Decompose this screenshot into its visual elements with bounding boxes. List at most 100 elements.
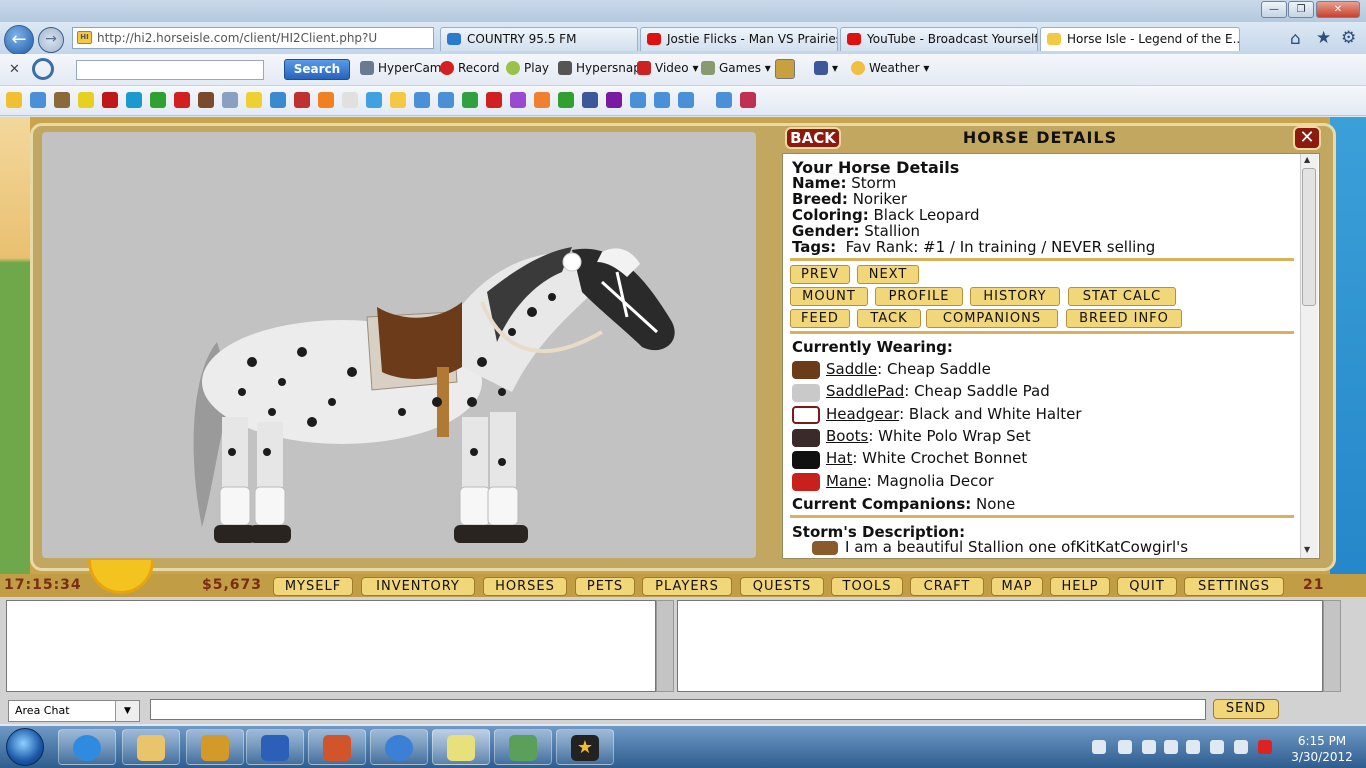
- yahoo-icon[interactable]: [606, 92, 622, 108]
- pets-button[interactable]: PETS: [575, 577, 635, 596]
- hypercam-button[interactable]: HyperCam: [360, 61, 441, 75]
- netflix-icon[interactable]: [102, 92, 118, 108]
- bookmark-icon[interactable]: [126, 92, 142, 108]
- maximize-button[interactable]: ❐: [1288, 1, 1314, 18]
- tab-youtube[interactable]: YouTube - Broadcast Yourself.: [840, 27, 1038, 51]
- quests-button[interactable]: QUESTS: [740, 577, 824, 596]
- games-button[interactable]: Games ▾: [701, 61, 771, 75]
- bookmark-icon[interactable]: [740, 92, 756, 108]
- bookmark-icon[interactable]: [510, 92, 526, 108]
- search-button[interactable]: Search: [284, 59, 350, 80]
- taskbar-sticky-notes[interactable]: [432, 729, 490, 765]
- wearing-slot-link[interactable]: SaddlePad: [826, 382, 904, 400]
- ie-page-icon[interactable]: [414, 92, 430, 108]
- tray-icon[interactable]: [1118, 740, 1132, 754]
- next-button[interactable]: NEXT: [857, 265, 919, 284]
- chat-scrollbar-left[interactable]: [656, 600, 674, 692]
- send-button[interactable]: SEND: [1213, 699, 1279, 719]
- forward-arrow-icon[interactable]: →: [38, 27, 64, 53]
- taskbar-movie-maker[interactable]: ★: [556, 729, 614, 765]
- close-toolbar-icon[interactable]: ✕: [9, 62, 20, 77]
- craft-button[interactable]: CRAFT: [910, 577, 984, 596]
- breed-info-button[interactable]: BREED INFO: [1066, 309, 1182, 328]
- inventory-button[interactable]: INVENTORY: [361, 577, 475, 596]
- hypersnap-button[interactable]: Hypersnap: [558, 61, 641, 75]
- youtube-icon[interactable]: [486, 92, 502, 108]
- scroll-up-icon[interactable]: ▲: [1304, 155, 1310, 164]
- tab-horseisle[interactable]: Horse Isle - Legend of the E...: [1040, 27, 1240, 51]
- wearing-slot-link[interactable]: Hat: [826, 449, 852, 467]
- tray-icon[interactable]: [1142, 740, 1156, 754]
- skype-icon[interactable]: [366, 92, 382, 108]
- companions-button[interactable]: COMPANIONS: [926, 309, 1058, 328]
- players-button[interactable]: PLAYERS: [642, 577, 732, 596]
- profile-button[interactable]: PROFILE: [875, 287, 963, 306]
- tray-icon[interactable]: [1258, 740, 1272, 754]
- wearing-slot-link[interactable]: Mane: [826, 472, 867, 490]
- window-close-button[interactable]: ✕: [1316, 1, 1360, 18]
- mount-button[interactable]: MOUNT: [790, 287, 868, 306]
- chat-input[interactable]: [150, 699, 1206, 720]
- chevron-down-icon[interactable]: ▼: [115, 701, 139, 721]
- tools-button[interactable]: TOOLS: [831, 577, 903, 596]
- favorites-star-icon[interactable]: ★: [1316, 28, 1331, 48]
- video-button[interactable]: Video ▾: [637, 61, 698, 75]
- taskbar-powerpoint[interactable]: [308, 729, 366, 765]
- gear-icon[interactable]: ⚙: [1341, 28, 1356, 48]
- prev-button[interactable]: PREV: [790, 265, 850, 284]
- horse-icon[interactable]: [198, 92, 214, 108]
- bookmark-icon[interactable]: [294, 92, 310, 108]
- quit-button[interactable]: QUIT: [1117, 577, 1177, 596]
- help-button[interactable]: HELP: [1050, 577, 1110, 596]
- bookmark-icon[interactable]: [222, 92, 238, 108]
- minimize-button[interactable]: —: [1261, 1, 1287, 18]
- weather-button[interactable]: Weather ▾: [851, 61, 929, 75]
- scroll-down-icon[interactable]: ▼: [1304, 545, 1310, 554]
- google-icon[interactable]: [270, 92, 286, 108]
- ie-page-icon[interactable]: [438, 92, 454, 108]
- ie-page-icon[interactable]: [630, 92, 646, 108]
- ie-page-icon[interactable]: [678, 92, 694, 108]
- bookmark-icon[interactable]: [318, 92, 334, 108]
- bookmark-icon[interactable]: [462, 92, 478, 108]
- toolbar-search-input[interactable]: [76, 60, 264, 80]
- keepmp3-icon[interactable]: [150, 92, 166, 108]
- start-button[interactable]: [6, 728, 44, 766]
- network-signal-icon[interactable]: [1210, 740, 1224, 754]
- tack-button[interactable]: TACK: [857, 309, 921, 328]
- tab-jostie-flicks[interactable]: Jostie Flicks - Man VS Prairies -...: [640, 27, 838, 51]
- wearing-slot-link[interactable]: Saddle: [826, 360, 877, 378]
- feed-button[interactable]: FEED: [790, 309, 850, 328]
- wearing-slot-link[interactable]: Headgear: [826, 405, 899, 423]
- bookmark-icon[interactable]: [78, 92, 94, 108]
- ie-page-icon[interactable]: [654, 92, 670, 108]
- myself-button[interactable]: MYSELF: [273, 577, 353, 596]
- close-icon[interactable]: ✕: [1293, 126, 1321, 150]
- map-button[interactable]: MAP: [991, 577, 1043, 596]
- chat-log-right[interactable]: [677, 600, 1323, 692]
- back-button[interactable]: BACK: [785, 127, 841, 149]
- horses-button[interactable]: HORSES: [483, 577, 567, 596]
- wearing-slot-link[interactable]: Boots: [826, 427, 868, 445]
- tray-icon[interactable]: [1186, 740, 1200, 754]
- ie-page-icon[interactable]: [716, 92, 732, 108]
- chat-log-left[interactable]: [6, 600, 656, 692]
- history-button[interactable]: HISTORY: [970, 287, 1060, 306]
- owl-icon[interactable]: [775, 59, 795, 79]
- add-favorite-icon[interactable]: [6, 92, 22, 108]
- keeptube-icon[interactable]: [174, 92, 190, 108]
- home-icon[interactable]: ⌂: [1290, 29, 1301, 49]
- ebay-icon[interactable]: [342, 92, 358, 108]
- bookmark-icon[interactable]: [558, 92, 574, 108]
- ie-page-icon[interactable]: [30, 92, 46, 108]
- taskbar-explorer[interactable]: [122, 729, 180, 765]
- search-icon[interactable]: [32, 58, 54, 80]
- chat-channel-select[interactable]: Area Chat ▼: [8, 700, 140, 722]
- taskbar-word[interactable]: [246, 729, 304, 765]
- taskbar-network[interactable]: [494, 729, 552, 765]
- chat-scrollbar-right[interactable]: [1323, 600, 1341, 692]
- address-bar[interactable]: HI http://hi2.horseisle.com/client/HI2Cl…: [72, 27, 434, 49]
- taskbar-app-7[interactable]: [186, 729, 244, 765]
- scroll-thumb[interactable]: [1302, 168, 1316, 306]
- taskbar-ie[interactable]: [58, 729, 116, 765]
